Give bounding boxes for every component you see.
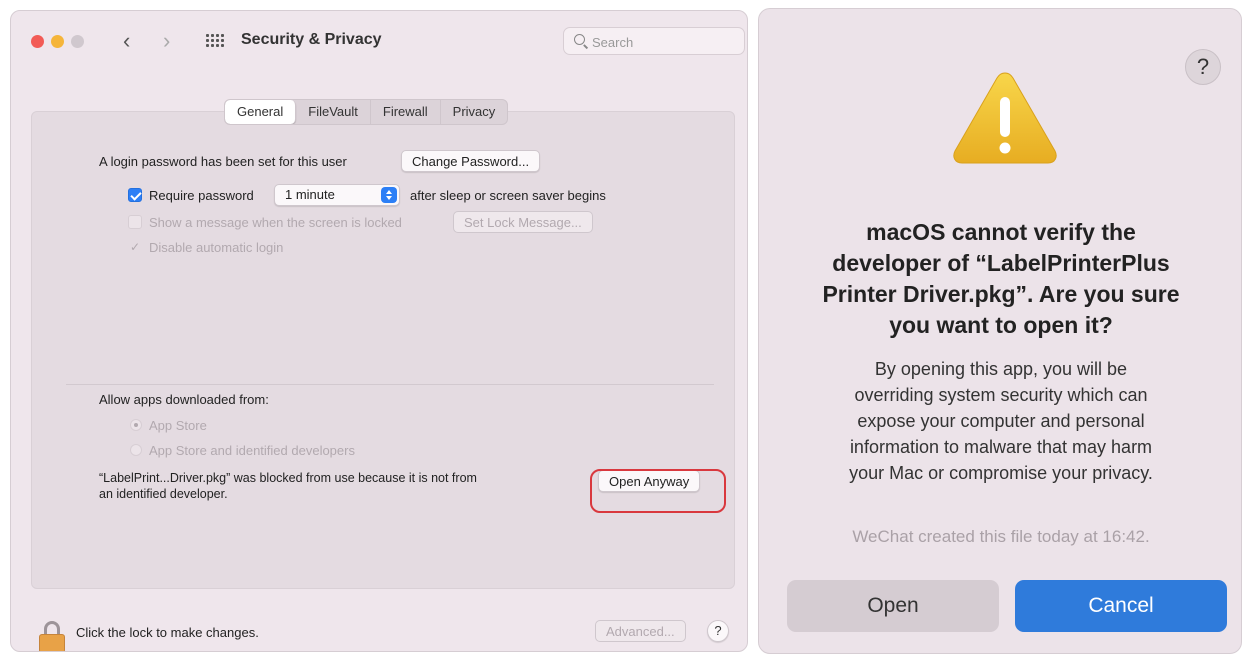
radio-app-store[interactable] [130, 419, 142, 431]
open-anyway-highlight-ring [590, 469, 726, 513]
tab-general[interactable]: General [225, 100, 297, 124]
minimize-window-button[interactable] [51, 35, 64, 48]
dialog-body-text: By opening this app, you will be overrid… [849, 359, 1153, 483]
login-password-text: A login password has been set for this u… [99, 154, 347, 169]
require-password-interval-select[interactable]: 1 minute [274, 184, 400, 206]
show-message-label: Show a message when the screen is locked [149, 215, 402, 230]
radio-app-store-identified-label: App Store and identified developers [149, 443, 355, 458]
cancel-button[interactable]: Cancel [1015, 580, 1227, 632]
require-password-label: Require password [149, 188, 254, 203]
window-title: Security & Privacy [241, 31, 382, 48]
after-sleep-text: after sleep or screen saver begins [410, 188, 606, 203]
allow-apps-heading: Allow apps downloaded from: [99, 392, 269, 407]
require-password-checkbox[interactable] [128, 188, 142, 202]
tab-privacy[interactable]: Privacy [441, 100, 508, 124]
general-panel [31, 111, 735, 589]
dialog-title: macOS cannot verify the developer of “La… [822, 219, 1180, 338]
back-chevron-icon[interactable]: ‹ [123, 27, 130, 55]
set-lock-message-button[interactable]: Set Lock Message... [453, 211, 593, 233]
search-input[interactable] [590, 31, 734, 53]
tab-bar: General FileVault Firewall Privacy [224, 99, 509, 125]
radio-app-store-label: App Store [149, 418, 207, 433]
zoom-window-button[interactable] [71, 35, 84, 48]
verify-developer-dialog: ? macOS cannot verify the developer of “… [758, 8, 1242, 654]
lock-icon[interactable] [39, 621, 65, 651]
warning-icon [953, 72, 1057, 164]
blocked-message-line1: “LabelPrint...Driver.pkg” was blocked fr… [99, 471, 477, 485]
radio-app-store-identified[interactable] [130, 444, 142, 456]
disable-auto-login-check-icon[interactable]: ✓ [130, 240, 140, 254]
show-all-grid-icon[interactable] [206, 34, 224, 48]
tab-filevault[interactable]: FileVault [296, 100, 371, 124]
help-button[interactable]: ? [707, 620, 729, 642]
security-privacy-window: ‹ › Security & Privacy General FileVault… [10, 10, 748, 652]
search-icon [574, 34, 585, 45]
close-window-button[interactable] [31, 35, 44, 48]
window-titlebar: ‹ › Security & Privacy [11, 11, 747, 73]
require-password-interval-value: 1 minute [285, 187, 335, 202]
select-updown-icon [381, 187, 397, 203]
blocked-message-line2: an identified developer. [99, 487, 228, 501]
advanced-button[interactable]: Advanced... [595, 620, 686, 642]
dialog-file-origin-note: WeChat created this file today at 16:42. [852, 527, 1150, 546]
search-field[interactable] [563, 27, 745, 55]
change-password-button[interactable]: Change Password... [401, 150, 541, 172]
section-divider [66, 384, 714, 385]
tab-firewall[interactable]: Firewall [371, 100, 441, 124]
dialog-help-button[interactable]: ? [1185, 49, 1221, 85]
open-button[interactable]: Open [787, 580, 999, 632]
disable-auto-login-label: Disable automatic login [149, 240, 284, 255]
show-message-checkbox[interactable] [128, 215, 142, 229]
lock-hint-text: Click the lock to make changes. [76, 625, 259, 640]
forward-chevron-icon[interactable]: › [163, 27, 170, 55]
